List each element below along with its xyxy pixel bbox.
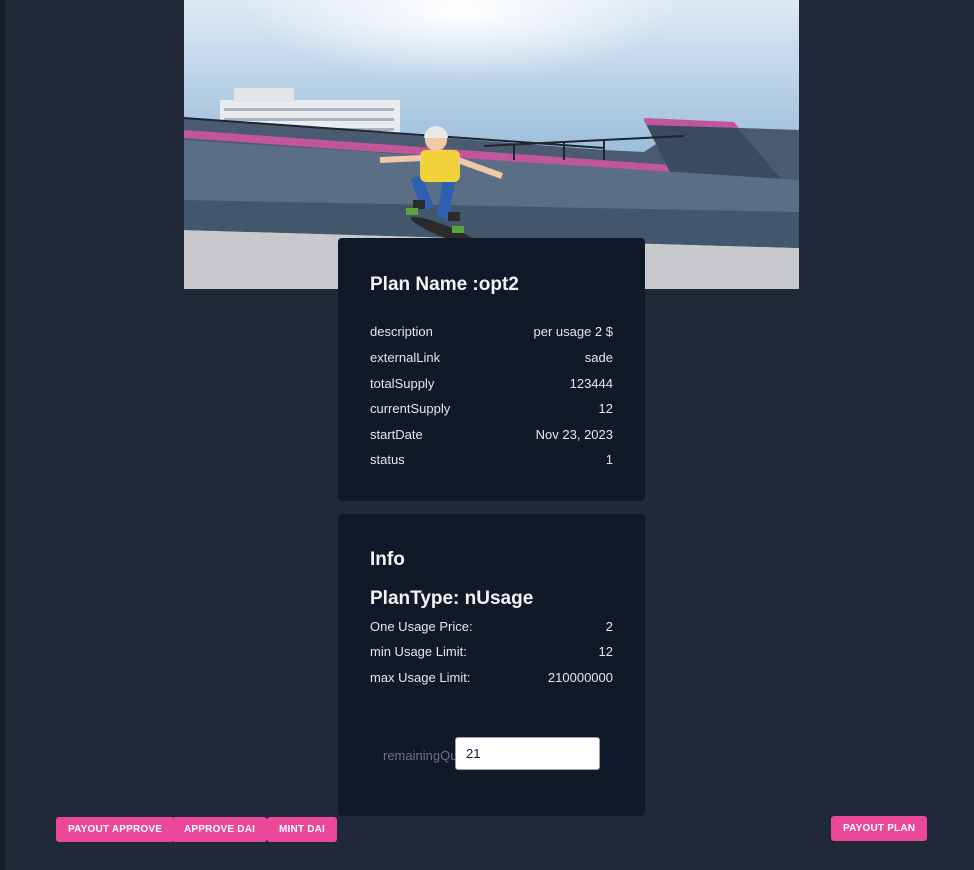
plan-type-title: PlanType: nUsage [370,588,534,609]
row-value: 123444 [569,376,613,391]
plan-row-description: description per usage 2 $ [370,324,613,339]
row-label: status [370,452,405,467]
row-value: sade [584,350,613,365]
row-label: currentSupply [370,401,451,416]
row-value: 1 [605,452,613,467]
row-label: startDate [370,427,423,442]
payout-approve-button[interactable]: PAYOUT APPROVE [56,817,175,842]
row-value: per usage 2 $ [533,324,613,339]
row-label: min Usage Limit: [370,644,467,659]
plan-details-card: Plan Name :opt2 description per usage 2 … [338,238,645,501]
row-label: externalLink [370,350,441,365]
row-value: Nov 23, 2023 [535,427,613,442]
page-edge [0,0,5,870]
approve-dai-button[interactable]: APPROVE DAI [172,817,268,842]
info-row-usage-price: One Usage Price: 2 [370,619,613,634]
remaining-quantity-input[interactable] [455,737,600,770]
row-value: 12 [598,644,613,659]
row-value: 210000000 [547,670,613,685]
info-row-min-usage: min Usage Limit: 12 [370,644,613,659]
payout-plan-button[interactable]: PAYOUT PLAN [831,816,928,841]
row-label: description [370,324,433,339]
plan-row-start-date: startDate Nov 23, 2023 [370,427,613,442]
plan-row-current-supply: currentSupply 12 [370,401,613,416]
row-label: max Usage Limit: [370,670,471,685]
plan-row-external-link: externalLink sade [370,350,613,365]
plan-row-status: status 1 [370,452,613,467]
row-value: 12 [598,401,613,416]
info-title: Info [370,549,405,570]
mint-dai-button[interactable]: MINT DAI [267,817,338,842]
row-label: One Usage Price: [370,619,473,634]
plan-name-title: Plan Name :opt2 [370,274,519,295]
plan-row-total-supply: totalSupply 123444 [370,376,613,391]
row-value: 2 [605,619,613,634]
row-label: totalSupply [370,376,435,391]
info-row-max-usage: max Usage Limit: 210000000 [370,670,613,685]
plan-info-card: Info PlanType: nUsage One Usage Price: 2… [338,514,645,816]
remaining-quantity-label: remainingQuantity [383,748,457,763]
